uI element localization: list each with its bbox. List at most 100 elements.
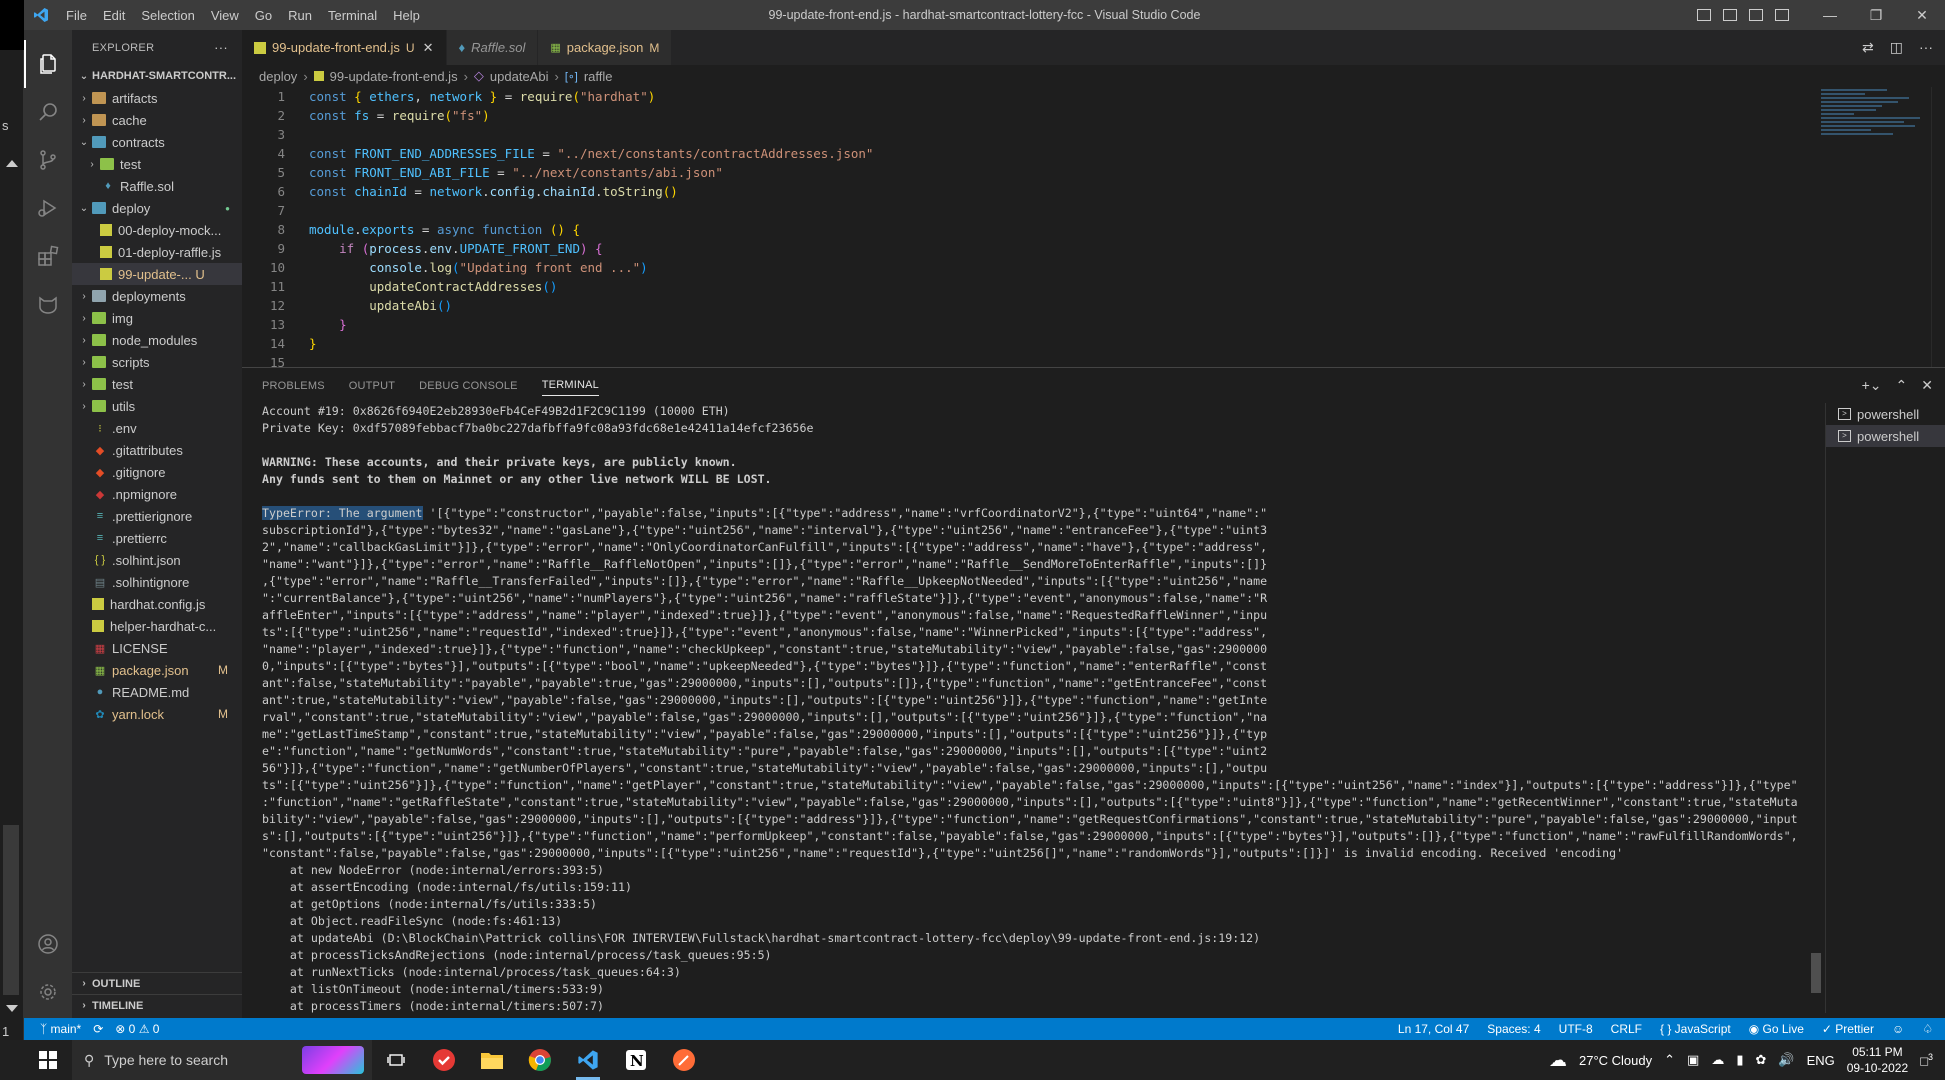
volume-icon[interactable]: 🔊 — [1778, 1052, 1794, 1068]
tree-item-img[interactable]: › img — [72, 307, 242, 329]
terminal-instance[interactable]: > powershell — [1826, 425, 1945, 447]
todo-app-icon[interactable] — [420, 1040, 468, 1080]
menu-run[interactable]: Run — [280, 8, 320, 23]
file-encoding[interactable]: UTF-8 — [1559, 1022, 1593, 1036]
split-editor-icon[interactable]: ◫ — [1890, 39, 1903, 56]
edge-scrollbar[interactable] — [3, 825, 19, 995]
file-explorer-icon[interactable] — [468, 1040, 516, 1080]
tree-item-contracts[interactable]: ⌄ contracts — [72, 131, 242, 153]
windows-start-icon[interactable] — [24, 1040, 72, 1080]
menu-terminal[interactable]: Terminal — [320, 8, 385, 23]
input-language[interactable]: ENG — [1807, 1053, 1835, 1068]
clock[interactable]: 05:11 PM 09-10-2022 — [1847, 1044, 1908, 1076]
tree-item-license[interactable]: ▦ LICENSE — [72, 637, 242, 659]
open-changes-icon[interactable]: ⇄ — [1862, 39, 1874, 56]
menu-view[interactable]: View — [203, 8, 247, 23]
taskbar-search[interactable]: ⚲ Type here to search — [72, 1040, 372, 1080]
menu-edit[interactable]: Edit — [95, 8, 133, 23]
cursor-position[interactable]: Ln 17, Col 47 — [1398, 1022, 1469, 1036]
outline-section[interactable]: › OUTLINE — [72, 972, 242, 994]
extensions-icon[interactable] — [24, 232, 72, 280]
tree-item-scripts[interactable]: › scripts — [72, 351, 242, 373]
tab-raffle-sol[interactable]: ♦ Raffle.sol — [446, 30, 539, 65]
customize-layout-icon[interactable] — [1775, 9, 1789, 21]
prettier-status[interactable]: ✓ Prettier — [1822, 1022, 1874, 1036]
toggle-secondary-sidebar-icon[interactable] — [1749, 9, 1763, 21]
tree-item-gitattributes[interactable]: ◆ .gitattributes — [72, 439, 242, 461]
sync-icon[interactable]: ⟳ — [93, 1022, 103, 1036]
wifi-icon[interactable]: ✿ — [1755, 1052, 1766, 1068]
maximize-panel-icon[interactable]: ⌃ — [1896, 377, 1908, 394]
tab-terminal[interactable]: TERMINAL — [541, 379, 599, 396]
end-of-line[interactable]: CRLF — [1611, 1022, 1642, 1036]
tree-item-deploy[interactable]: ⌄ deploy ● — [72, 197, 242, 219]
restore-button[interactable]: ❐ — [1853, 0, 1899, 30]
notion-icon[interactable]: N — [612, 1040, 660, 1080]
terminal-instance[interactable]: > powershell — [1826, 403, 1945, 425]
github-icon[interactable] — [24, 280, 72, 328]
tree-item-99-update-u[interactable]: 99-update-... U — [72, 263, 242, 285]
branch-status[interactable]: ᛉ main* — [40, 1022, 81, 1036]
scroll-down-arrow-icon[interactable] — [6, 1005, 18, 1012]
tree-item-env[interactable]: ⁝ .env — [72, 417, 242, 439]
tree-item-helper-hardhat-c[interactable]: helper-hardhat-c... — [72, 615, 242, 637]
tree-item-readme-md[interactable]: ● README.md — [72, 681, 242, 703]
tree-item-cache[interactable]: › cache — [72, 109, 242, 131]
chrome-icon[interactable] — [516, 1040, 564, 1080]
toggle-panel-icon[interactable] — [1723, 9, 1737, 21]
menu-go[interactable]: Go — [247, 8, 280, 23]
code-editor[interactable]: 1 const { ethers, network } = require("ha… — [242, 87, 1945, 367]
tree-item-00-deploy-mock[interactable]: 00-deploy-mock... — [72, 219, 242, 241]
tree-item-hardhat-config-js[interactable]: hardhat.config.js — [72, 593, 242, 615]
language-mode[interactable]: { } JavaScript — [1660, 1022, 1731, 1036]
new-terminal-icon[interactable]: +⌄ — [1862, 377, 1882, 394]
tree-item-artifacts[interactable]: › artifacts — [72, 87, 242, 109]
tree-item-raffle-sol[interactable]: ♦ Raffle.sol — [72, 175, 242, 197]
tree-item-yarn-lock[interactable]: ✿ yarn.lock M — [72, 703, 242, 725]
tree-item-test[interactable]: › test — [72, 153, 242, 175]
run-debug-icon[interactable] — [24, 184, 72, 232]
notifications-bell-icon[interactable]: ♤ — [1922, 1022, 1933, 1036]
onedrive-cloud-icon[interactable]: ☁ — [1711, 1052, 1724, 1068]
breadcrumb-item[interactable]: raffle — [584, 69, 613, 84]
tree-item-prettierrc[interactable]: ≡ .prettierrc — [72, 527, 242, 549]
tree-item-gitignore[interactable]: ◆ .gitignore — [72, 461, 242, 483]
notification-center-icon[interactable]: □3 — [1920, 1052, 1933, 1068]
more-actions-icon[interactable]: ··· — [1919, 39, 1933, 56]
tab-problems[interactable]: PROBLEMS — [262, 380, 325, 392]
minimap[interactable] — [1821, 87, 1931, 177]
tab-output[interactable]: OUTPUT — [349, 380, 395, 392]
tree-item-01-deploy-raffle-js[interactable]: 01-deploy-raffle.js — [72, 241, 242, 263]
minimize-button[interactable]: — — [1807, 0, 1853, 30]
camera-icon[interactable]: ▣ — [1687, 1052, 1699, 1068]
tab-package-json[interactable]: ▦ package.json M — [538, 30, 673, 65]
chevron-up-icon[interactable]: ⌃ — [1664, 1052, 1675, 1068]
menu-file[interactable]: File — [58, 8, 95, 23]
vscode-taskbar-icon[interactable] — [564, 1040, 612, 1080]
close-panel-icon[interactable]: ✕ — [1921, 377, 1933, 394]
indentation[interactable]: Spaces: 4 — [1487, 1022, 1540, 1036]
search-icon[interactable] — [24, 88, 72, 136]
task-view-icon[interactable] — [372, 1040, 420, 1080]
battery-icon[interactable]: ▮ — [1736, 1052, 1743, 1068]
problems-count[interactable]: ⊗ 0 ⚠ 0 — [115, 1022, 159, 1036]
close-tab-icon[interactable]: ✕ — [423, 40, 434, 56]
tree-item-node-modules[interactable]: › node_modules — [72, 329, 242, 351]
project-root[interactable]: ⌄ HARDHAT-SMARTCONTR... — [72, 65, 242, 87]
editor-scrollbar[interactable] — [1931, 87, 1945, 367]
terminal-output[interactable]: Account #19: 0x8626f6940E2eb28930eFb4CeF… — [262, 403, 1802, 1013]
explorer-icon[interactable] — [24, 40, 72, 88]
tree-item-deployments[interactable]: › deployments — [72, 285, 242, 307]
source-control-icon[interactable] — [24, 136, 72, 184]
breadcrumb-item[interactable]: deploy — [259, 69, 297, 84]
settings-gear-icon[interactable] — [24, 968, 72, 1016]
tree-item-solhintignore[interactable]: ▤ .solhintignore — [72, 571, 242, 593]
go-live-button[interactable]: ◉ Go Live — [1749, 1022, 1804, 1036]
more-actions-icon[interactable]: ··· — [214, 40, 228, 55]
scroll-up-arrow-icon[interactable] — [6, 160, 18, 167]
tree-item-test[interactable]: › test — [72, 373, 242, 395]
breadcrumb-item[interactable]: 99-update-front-end.js — [330, 69, 458, 84]
timeline-section[interactable]: › TIMELINE — [72, 994, 242, 1016]
toggle-sidebar-icon[interactable] — [1697, 9, 1711, 21]
feedback-icon[interactable]: ☺ — [1892, 1022, 1904, 1036]
